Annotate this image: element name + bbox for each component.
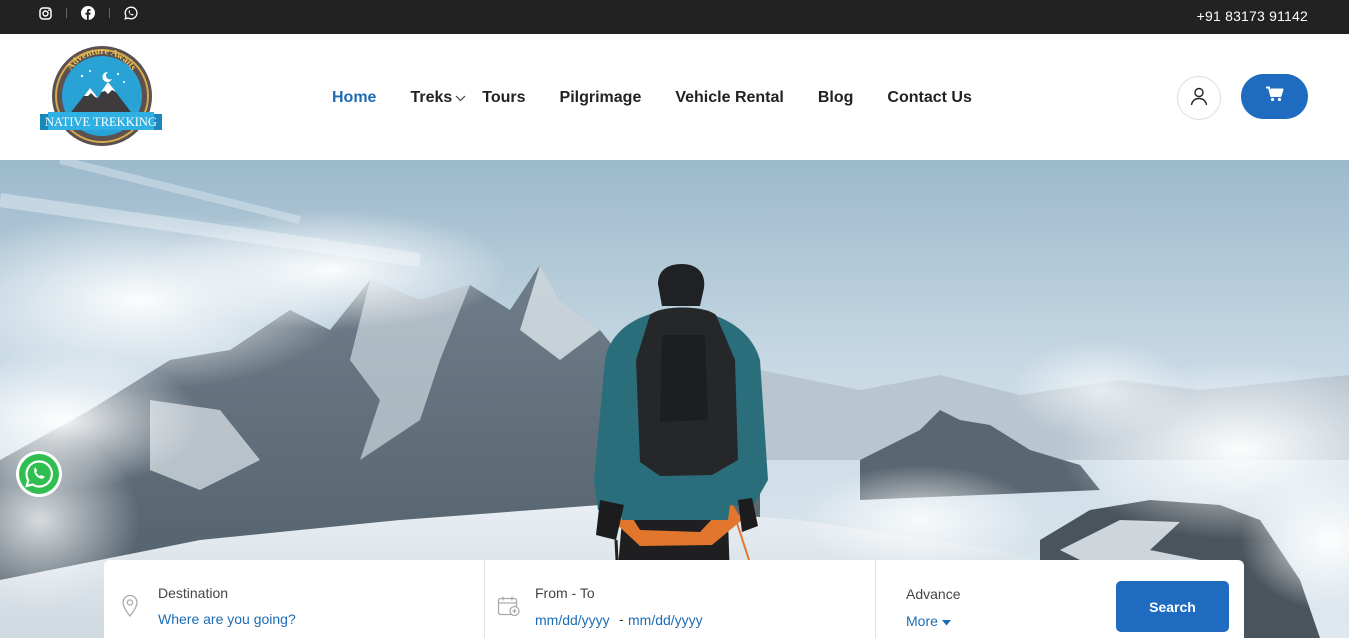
divider (109, 8, 110, 18)
date-range-field[interactable]: From - To mm/dd/yyyy - mm/dd/yyyy (485, 560, 876, 638)
account-button[interactable] (1177, 76, 1221, 120)
svg-text:NATIVE TREKKING: NATIVE TREKKING (45, 115, 157, 129)
chevron-down-icon (455, 89, 466, 107)
phone-number[interactable]: +91 83173 91142 (1197, 8, 1308, 24)
nav-item-blog[interactable]: Blog (818, 89, 854, 107)
user-icon (1189, 86, 1209, 111)
advance-search-field: Advance More Search (876, 560, 1244, 638)
nav-item-vehicle-rental[interactable]: Vehicle Rental (675, 89, 784, 107)
site-logo[interactable]: Adventure Awaits NATIVE TREKKING (38, 44, 164, 148)
divider (66, 8, 67, 18)
date-range-label: From - To (535, 585, 595, 601)
nav-item-label: Treks (410, 89, 453, 106)
main-navbar: Adventure Awaits NATIVE TREKKING Home Tr… (0, 34, 1349, 160)
nav-item-treks[interactable]: Treks (410, 89, 482, 107)
nav-item-home[interactable]: Home (332, 89, 376, 107)
cart-button[interactable] (1241, 74, 1308, 119)
facebook-icon[interactable] (81, 6, 95, 20)
nav-item-pilgrimage[interactable]: Pilgrimage (560, 89, 642, 107)
calendar-icon (497, 595, 521, 622)
social-links (38, 6, 138, 20)
more-options-toggle[interactable]: More (906, 613, 951, 629)
primary-nav: Home Treks Tours Pilgrimage Vehicle Rent… (332, 89, 972, 107)
hero-banner: Destination Where are you going? From - … (0, 160, 1349, 638)
top-bar: +91 83173 91142 (0, 0, 1349, 34)
from-date-input[interactable]: mm/dd/yyyy (535, 612, 610, 628)
nav-item-tours[interactable]: Tours (482, 89, 525, 107)
whatsapp-float-button[interactable] (15, 450, 63, 498)
caret-down-icon (941, 613, 951, 629)
advance-label: Advance (906, 586, 961, 602)
trip-search-bar: Destination Where are you going? From - … (104, 560, 1244, 638)
to-date-input[interactable]: mm/dd/yyyy (628, 612, 703, 628)
nav-item-contact-us[interactable]: Contact Us (887, 89, 971, 107)
destination-input[interactable]: Where are you going? (158, 611, 296, 627)
date-separator: - (619, 611, 624, 627)
search-button[interactable]: Search (1116, 581, 1229, 632)
cart-icon (1265, 86, 1284, 107)
whatsapp-icon[interactable] (124, 6, 138, 20)
destination-label: Destination (158, 585, 229, 601)
destination-field[interactable]: Destination Where are you going? (104, 560, 485, 638)
more-label: More (906, 613, 938, 629)
instagram-icon[interactable] (38, 6, 52, 20)
location-pin-icon (121, 594, 139, 623)
whatsapp-icon (15, 451, 63, 502)
